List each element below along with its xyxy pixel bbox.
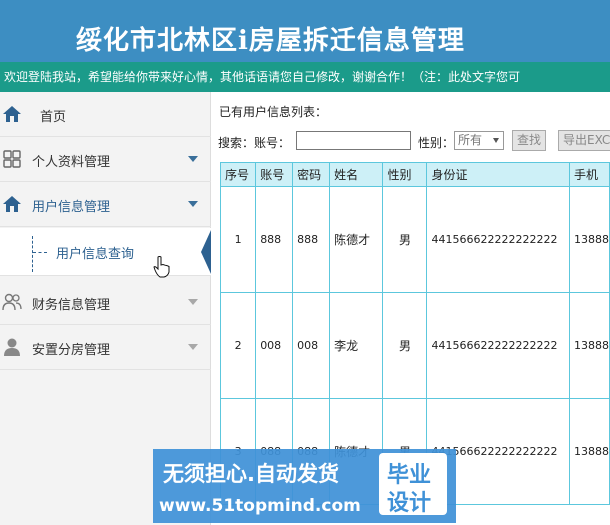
- home-icon: [3, 106, 21, 122]
- watermark-slogan: 无须担心.自动发货: [163, 462, 339, 486]
- search-button[interactable]: 查找: [512, 130, 547, 151]
- active-pointer-icon: [201, 230, 211, 274]
- cell-phone: 13888: [568, 292, 610, 399]
- table-row[interactable]: 1 888 888 陈德才 男 441566622222222222 13888: [219, 186, 610, 293]
- dropdown-arrow-icon: [493, 138, 499, 143]
- sidebar-item-label: 财务信息管理: [32, 298, 111, 313]
- sidebar-item-users[interactable]: 用户信息管理: [0, 182, 211, 227]
- table-row[interactable]: 2 008 008 李龙 男 441566622222222222 13888: [219, 292, 610, 399]
- cell-account: 008: [255, 292, 294, 399]
- sidebar-item-finance[interactable]: 财务信息管理: [0, 280, 211, 325]
- sidebar-item-label: 安置分房管理: [32, 343, 111, 358]
- search-prefix: 搜索：: [218, 136, 255, 150]
- cell-name: 陈德才: [329, 186, 384, 293]
- account-search-input[interactable]: [296, 131, 411, 150]
- cell-index: 2: [219, 292, 257, 399]
- app-title: 绥化市北林区i房屋拆迁信息管理: [76, 26, 465, 56]
- tree-branch-line: [32, 236, 33, 272]
- export-excel-button[interactable]: 导出EXC: [558, 130, 610, 151]
- cell-password: 888: [292, 186, 331, 293]
- column-header[interactable]: 密码: [292, 162, 331, 187]
- search-bar: 搜索： 账号： 性别： 所有 查找 导出EXC: [218, 130, 610, 152]
- chevron-down-icon: [188, 156, 198, 162]
- home-icon: [3, 196, 21, 212]
- sidebar-item-home[interactable]: 首页: [0, 92, 211, 137]
- chevron-down-icon: [188, 344, 198, 350]
- grid-icon: [3, 150, 21, 168]
- hand-cursor-icon: [153, 256, 170, 278]
- tree-branch-line: [33, 252, 47, 253]
- cell-account: 888: [255, 186, 294, 293]
- sidebar-subitem-user-query[interactable]: 用户信息查询: [0, 228, 211, 276]
- sidebar-item-housing[interactable]: 安置分房管理: [0, 325, 211, 370]
- cell-password: 008: [292, 292, 331, 399]
- sidebar-item-label: 个人资料管理: [32, 155, 111, 170]
- cell-gender: 男: [382, 186, 428, 293]
- cell-index: 1: [219, 186, 257, 293]
- header-bar: 绥化市北林区i房屋拆迁信息管理: [0, 0, 610, 62]
- notice-bar: 欢迎登陆我站，希望能给你带来好心情，其他话语请您自己修改，谢谢合作！（注：此处文…: [0, 62, 610, 92]
- gender-label: 性别：: [418, 136, 455, 150]
- column-header[interactable]: 性别: [382, 162, 428, 187]
- chevron-down-icon: [188, 299, 198, 305]
- cell-phone: 13888: [568, 398, 610, 505]
- watermark-url: www.51topmind.com: [159, 496, 361, 516]
- cell-name: 李龙: [329, 292, 384, 399]
- watermark-badge: 毕业 设计: [379, 453, 447, 516]
- watermark-banner: 无须担心.自动发货 www.51topmind.com 毕业 设计: [153, 449, 456, 523]
- badge-text: 设计: [387, 491, 432, 516]
- cell-id-number: 441566622222222222: [426, 292, 570, 399]
- users-icon: [2, 293, 22, 311]
- cell-id-number: 441566622222222222: [426, 186, 570, 293]
- account-label: 账号：: [254, 136, 291, 150]
- sidebar-item-profile[interactable]: 个人资料管理: [0, 137, 211, 182]
- table-header-row: 序号 账号 密码 姓名 性别 身份证 手机: [219, 162, 610, 187]
- column-header[interactable]: 手机: [568, 162, 610, 187]
- sidebar-subitem-label: 用户信息查询: [56, 247, 135, 262]
- user-icon: [4, 338, 20, 356]
- column-header[interactable]: 姓名: [329, 162, 384, 187]
- cell-gender: 男: [382, 292, 428, 399]
- chevron-down-icon: [188, 201, 198, 207]
- gender-select[interactable]: 所有: [454, 131, 504, 150]
- column-header[interactable]: 身份证: [426, 162, 570, 187]
- sidebar-item-label: 首页: [40, 110, 67, 125]
- column-header[interactable]: 序号: [219, 162, 257, 187]
- sidebar-item-label: 用户信息管理: [32, 200, 111, 215]
- cell-phone: 13888: [568, 186, 610, 293]
- gender-selected-value: 所有: [458, 133, 483, 147]
- list-title: 已有用户信息列表：: [219, 105, 328, 119]
- column-header[interactable]: 账号: [255, 162, 294, 187]
